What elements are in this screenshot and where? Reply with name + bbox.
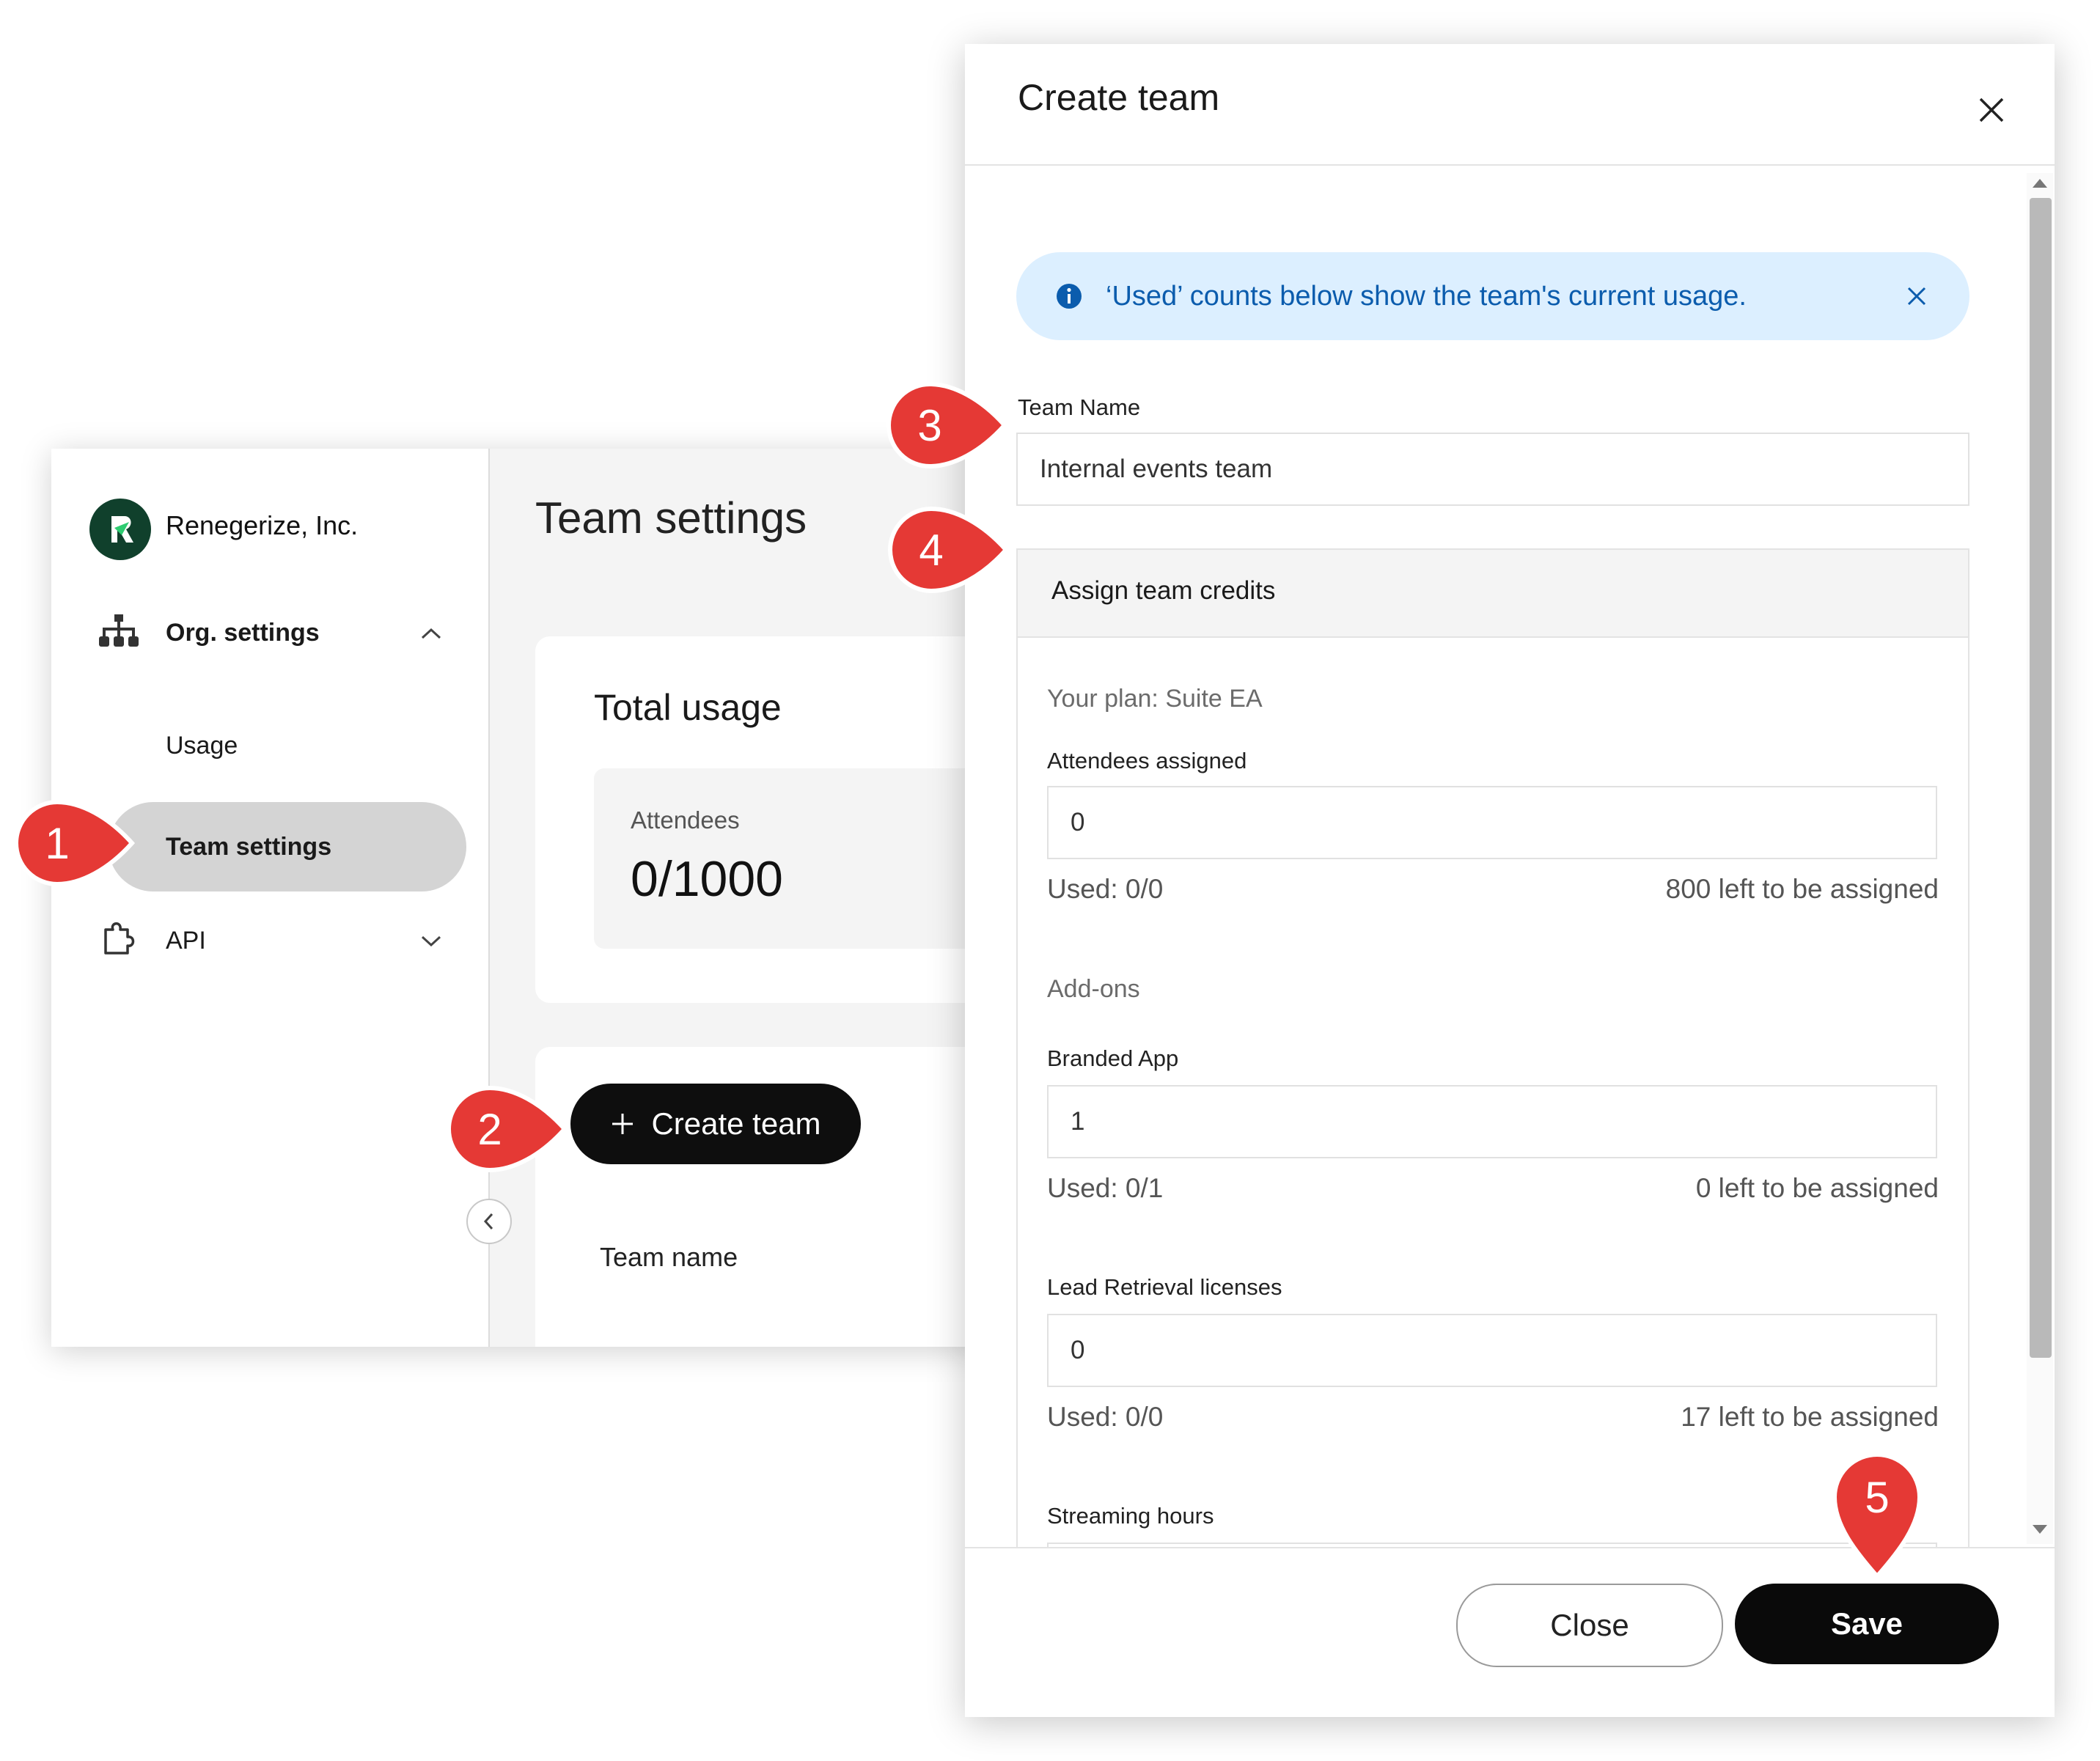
banner-text: ‘Used’ counts below show the team's curr… xyxy=(1106,280,1747,312)
scroll-up-icon[interactable] xyxy=(2033,179,2047,188)
attendees-stat: Attendees 0/1000 xyxy=(594,768,990,949)
org-name: Renegerize, Inc. xyxy=(166,510,359,540)
callout-number: 3 xyxy=(917,400,942,450)
attendees-used: Used: 0/0 xyxy=(1047,874,1164,904)
assign-credits-header[interactable]: Assign team credits xyxy=(1018,550,1968,638)
scrollbar-thumb[interactable] xyxy=(2030,198,2052,1358)
sidebar-item-usage[interactable]: Usage xyxy=(166,732,238,760)
attendees-left: 800 left to be assigned xyxy=(1665,874,1939,904)
plan-text: Your plan: Suite EA xyxy=(1047,685,1263,713)
assign-credits-title: Assign team credits xyxy=(1051,576,1276,605)
lead-retrieval-left: 17 left to be assigned xyxy=(1681,1402,1939,1432)
banner-close-icon[interactable] xyxy=(1902,282,1931,311)
streaming-hours-label: Streaming hours xyxy=(1047,1503,1214,1529)
collapse-sidebar-button[interactable] xyxy=(466,1199,512,1244)
team-name-input[interactable]: Internal events team xyxy=(1016,433,1969,506)
branded-app-used: Used: 0/1 xyxy=(1047,1173,1164,1203)
org-logo xyxy=(89,499,151,560)
lead-retrieval-input[interactable]: 0 xyxy=(1047,1314,1937,1387)
chevron-left-icon xyxy=(483,1213,493,1230)
chevron-down-icon xyxy=(416,927,446,956)
info-icon xyxy=(1057,284,1082,309)
sidebar-item-label: Team settings xyxy=(166,833,332,861)
callout-2: 2 xyxy=(446,1085,592,1188)
close-button[interactable]: Close xyxy=(1456,1584,1723,1667)
team-settings-app: Renegerize, Inc. Org. settings Usage Tea… xyxy=(51,449,990,1347)
org-chart-icon xyxy=(97,610,141,654)
branded-app-input[interactable]: 1 xyxy=(1047,1085,1937,1158)
callout-4: 4 xyxy=(887,506,1034,609)
branded-app-label: Branded App xyxy=(1047,1045,1179,1071)
attendees-assigned-label: Attendees assigned xyxy=(1047,748,1247,773)
assign-credits-section: Assign team credits Your plan: Suite EA … xyxy=(1016,548,1969,1547)
puzzle-icon xyxy=(97,913,141,957)
plus-icon xyxy=(612,1114,634,1134)
attendees-assigned-input[interactable]: 0 xyxy=(1047,786,1937,859)
scroll-down-icon[interactable] xyxy=(2033,1525,2047,1534)
callout-3: 3 xyxy=(886,381,1032,484)
lead-retrieval-label: Lead Retrieval licenses xyxy=(1047,1274,1282,1300)
modal-title: Create team xyxy=(1018,77,1220,118)
sidebar-item-team-settings[interactable]: Team settings xyxy=(109,802,466,891)
callout-number: 4 xyxy=(919,525,944,575)
create-team-button[interactable]: Create team xyxy=(570,1084,861,1164)
sidebar-item-org-settings[interactable]: Org. settings xyxy=(97,603,463,664)
lead-retrieval-used: Used: 0/0 xyxy=(1047,1402,1164,1432)
team-name-label: Team Name xyxy=(1018,394,1141,420)
callout-number: 1 xyxy=(45,818,70,868)
teams-card: Create team Team name xyxy=(535,1047,990,1347)
callout-1: 1 xyxy=(13,799,160,902)
close-icon[interactable] xyxy=(1962,81,2021,139)
page-title: Team settings xyxy=(535,493,807,543)
callout-number: 2 xyxy=(477,1104,502,1154)
attendees-label: Attendees xyxy=(631,806,740,834)
addons-label: Add-ons xyxy=(1047,975,1140,1003)
total-usage-title: Total usage xyxy=(594,687,782,728)
sidebar-item-label: API xyxy=(166,927,206,955)
modal-body[interactable]: ‘Used’ counts below show the team's curr… xyxy=(965,166,2055,1547)
info-banner: ‘Used’ counts below show the team's curr… xyxy=(1016,252,1969,340)
attendees-value: 0/1000 xyxy=(631,851,783,907)
branded-app-left: 0 left to be assigned xyxy=(1695,1173,1939,1203)
callout-5: 5 xyxy=(1826,1452,1928,1598)
team-name-column-header: Team name xyxy=(600,1242,738,1272)
create-team-label: Create team xyxy=(651,1106,821,1141)
total-usage-card: Total usage Attendees 0/1000 xyxy=(535,636,990,1003)
chevron-up-icon xyxy=(416,619,446,648)
sidebar-item-label: Org. settings xyxy=(166,619,320,647)
callout-number: 5 xyxy=(1865,1472,1890,1522)
